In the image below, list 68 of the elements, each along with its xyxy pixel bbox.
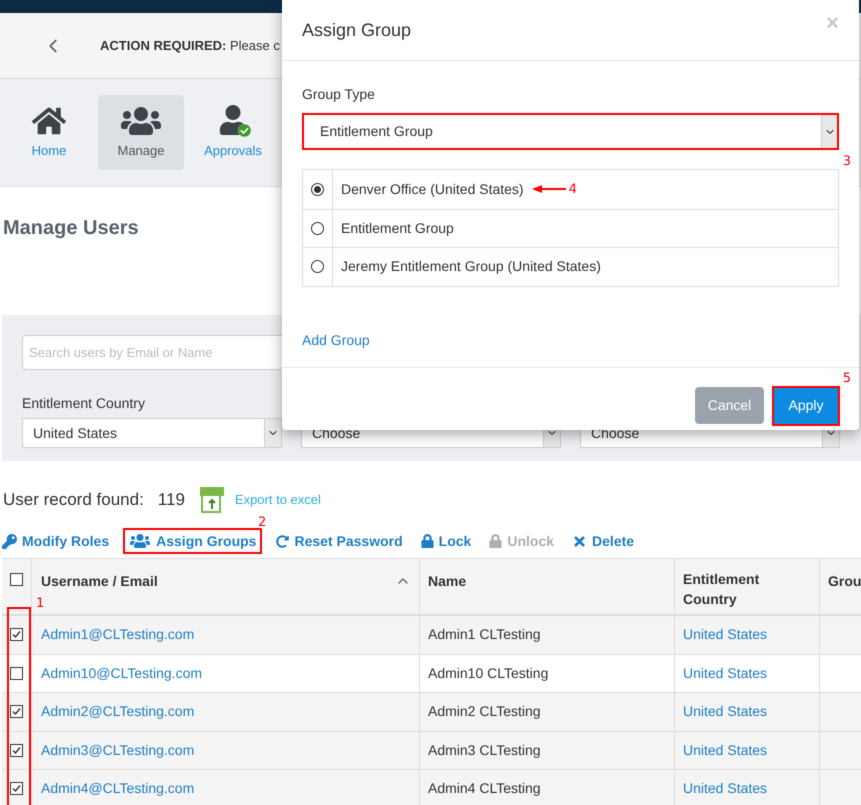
country-link[interactable]: United States [683, 662, 768, 684]
group-option[interactable]: Entitlement Group [303, 208, 838, 247]
table-row[interactable]: Admin4@CLTesting.com Admin4 CLTesting United States [2, 770, 861, 805]
email-link[interactable]: Admin4@CLTesting.com [41, 778, 194, 800]
lock-icon [420, 534, 434, 548]
record-label: User record found: [3, 488, 144, 511]
toolbar-button[interactable]: Reset Password [276, 530, 403, 552]
toolbar-button[interactable]: Lock [420, 530, 472, 552]
close-icon [572, 534, 588, 548]
export-link[interactable]: Export to excel [234, 490, 321, 510]
annotation-number: 4 [568, 180, 577, 198]
nav-tile[interactable]: Manage [98, 95, 184, 170]
table-row[interactable]: Admin3@CLTesting.com Admin3 CLTesting United States [2, 732, 861, 770]
csv-icon [198, 486, 225, 514]
apply-button[interactable]: Apply [772, 386, 840, 426]
annotation-arrow [532, 185, 566, 194]
country-link[interactable]: United States [683, 701, 768, 722]
table-row[interactable]: Admin1@CLTesting.com Admin1 CLTesting United States [2, 616, 861, 654]
key-icon [2, 534, 17, 548]
action-message: ACTION REQUIRED: Please c [100, 36, 280, 55]
table-cell-text: Admin10 CLTesting [428, 664, 548, 683]
record-count: 119 [158, 488, 185, 511]
column-header[interactable]: Grou [828, 573, 861, 589]
table-row[interactable]: Admin2@CLTesting.com Admin2 CLTesting United States [2, 693, 861, 732]
home-icon [32, 104, 66, 137]
dropdown[interactable]: United States [22, 418, 282, 448]
toolbar-button[interactable]: Assign Groups [123, 528, 262, 554]
country-label: Entitlement Country [22, 395, 145, 411]
table-cell-text: Admin4 CLTesting [428, 779, 541, 798]
column-header[interactable]: Entitlement Country [683, 569, 783, 609]
country-link[interactable]: United States [683, 778, 768, 800]
checkbox[interactable] [10, 628, 23, 642]
table-row[interactable]: Admin10@CLTesting.com Admin10 CLTesting United States [2, 654, 861, 693]
radio-button[interactable] [311, 182, 324, 196]
email-link[interactable]: Admin2@CLTesting.com [41, 701, 194, 722]
country-link[interactable]: United States [683, 740, 768, 761]
nav-tile[interactable]: Approvals [190, 95, 276, 170]
group-option[interactable]: Denver Office (United States) 4 [303, 170, 838, 208]
radio-button[interactable] [311, 222, 324, 235]
table-cell-text: Admin3 CLTesting [428, 740, 541, 760]
column-header[interactable]: Name [428, 573, 466, 589]
dialog-title: Assign Group [302, 18, 412, 42]
annotation-number: 2 [258, 516, 266, 529]
checkbox[interactable] [10, 782, 23, 796]
checkbox[interactable] [10, 666, 23, 680]
annotation-number: 3 [842, 155, 851, 168]
group-type-dropdown[interactable]: Entitlement Group [302, 113, 839, 150]
toolbar-button[interactable]: Modify Roles [2, 530, 110, 552]
table-cell-text: Admin1 CLTesting [428, 625, 541, 644]
radio-button[interactable] [311, 260, 324, 274]
checkbox[interactable] [10, 573, 23, 586]
group-type-label: Group Type [302, 85, 375, 104]
email-link[interactable]: Admin10@CLTesting.com [41, 662, 202, 684]
page-title: Manage Users [3, 216, 139, 241]
lock-icon [489, 534, 502, 548]
email-link[interactable]: Admin1@CLTesting.com [41, 624, 194, 646]
email-link[interactable]: Admin3@CLTesting.com [41, 740, 194, 761]
annotation-number: 5 [842, 372, 851, 384]
cancel-button[interactable]: Cancel [695, 387, 764, 424]
group-option[interactable]: Jeremy Entitlement Group (United States) [303, 247, 838, 286]
checkbox[interactable] [10, 705, 23, 718]
users-icon [129, 533, 152, 549]
toolbar-button[interactable]: Delete [572, 530, 634, 552]
checkbox[interactable] [10, 744, 23, 757]
table-cell-text: Admin2 CLTesting [428, 702, 541, 722]
country-link[interactable]: United States [683, 624, 768, 646]
nav-tile[interactable]: Home [6, 95, 92, 170]
refresh-icon [276, 534, 290, 548]
